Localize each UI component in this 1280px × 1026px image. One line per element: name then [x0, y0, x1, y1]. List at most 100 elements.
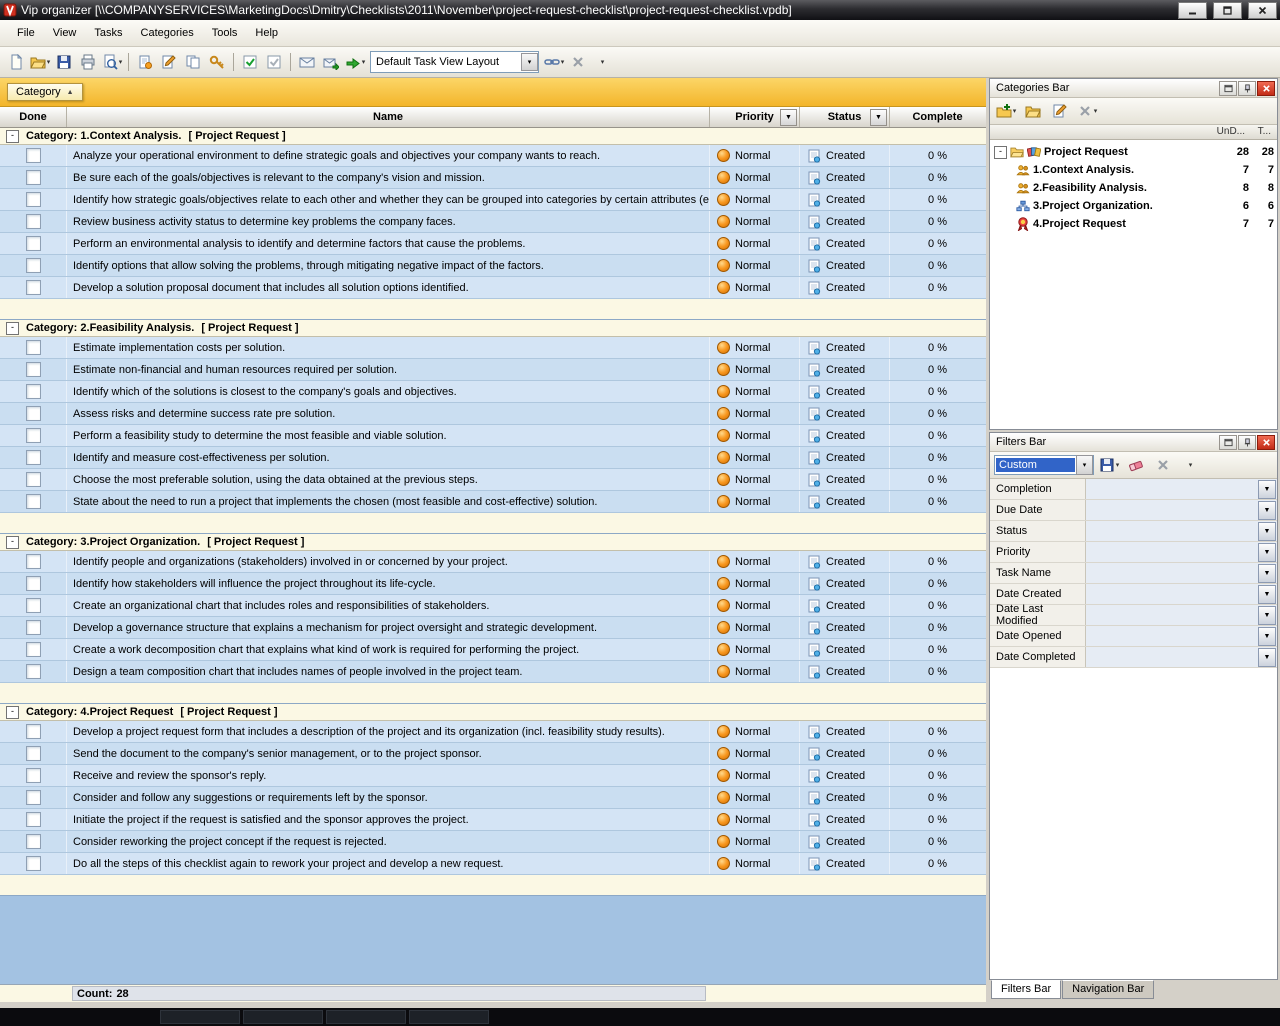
tree-collapse-icon[interactable]: -	[994, 146, 1007, 159]
more-filter-options-button[interactable]: ▾	[1178, 454, 1202, 476]
column-header-name[interactable]: Name	[67, 107, 710, 127]
menu-tools[interactable]: Tools	[203, 23, 247, 43]
new-subcategory-button[interactable]	[1021, 100, 1045, 122]
task-row[interactable]: Identify how stakeholders will influence…	[0, 573, 986, 595]
send-by-email-button[interactable]	[295, 51, 319, 73]
task-row[interactable]: Be sure each of the goals/objectives is …	[0, 167, 986, 189]
task-checkbox[interactable]	[26, 598, 41, 613]
task-row[interactable]: Identify and measure cost-effectiveness …	[0, 447, 986, 469]
panel-maximize-icon[interactable]	[1219, 435, 1237, 450]
task-row[interactable]: Receive and review the sponsor's reply.N…	[0, 765, 986, 787]
dropdown-arrow-icon[interactable]: ▼	[1258, 627, 1276, 646]
column-header-complete[interactable]: Complete	[890, 107, 985, 127]
task-checkbox[interactable]	[26, 856, 41, 871]
combobox-arrow-icon[interactable]: ▾	[1076, 455, 1093, 475]
task-row[interactable]: Identify how strategic goals/objectives …	[0, 189, 986, 211]
close-button[interactable]	[1248, 2, 1277, 19]
task-row[interactable]: State about the need to run a project th…	[0, 491, 986, 513]
task-checkbox[interactable]	[26, 472, 41, 487]
category-tree-item[interactable]: 1.Context Analysis.77	[990, 161, 1277, 179]
new-database-button[interactable]	[4, 51, 28, 73]
menu-tasks[interactable]: Tasks	[85, 23, 131, 43]
task-checkbox[interactable]	[26, 812, 41, 827]
task-checkbox[interactable]	[26, 746, 41, 761]
filter-value-dropdown[interactable]: ▼	[1086, 626, 1277, 646]
task-row[interactable]: Initiate the project if the request is s…	[0, 809, 986, 831]
task-checkbox[interactable]	[26, 214, 41, 229]
open-database-button[interactable]: ▾	[28, 51, 52, 73]
column-header-status[interactable]: Status ▼	[800, 107, 890, 127]
task-row[interactable]: Create an organizational chart that incl…	[0, 595, 986, 617]
attach-layout-button[interactable]: ▾	[542, 51, 566, 73]
duplicate-task-button[interactable]	[181, 51, 205, 73]
task-row[interactable]: Develop a governance structure that expl…	[0, 617, 986, 639]
task-checkbox[interactable]	[26, 340, 41, 355]
task-row[interactable]: Identify people and organizations (stake…	[0, 551, 986, 573]
menu-view[interactable]: View	[44, 23, 86, 43]
filter-value-dropdown[interactable]: ▼	[1086, 479, 1277, 499]
dropdown-arrow-icon[interactable]: ▼	[1258, 585, 1276, 604]
dropdown-arrow-icon[interactable]: ▼	[1258, 564, 1276, 583]
collapse-group-icon[interactable]: -	[6, 322, 19, 335]
task-checkbox[interactable]	[26, 790, 41, 805]
dropdown-arrow-icon[interactable]: ▼	[1258, 522, 1276, 541]
task-checkbox[interactable]	[26, 620, 41, 635]
column-header-done[interactable]: Done	[0, 107, 67, 127]
group-by-category-button[interactable]: Category ▲	[7, 83, 83, 101]
task-checkbox[interactable]	[26, 450, 41, 465]
task-row[interactable]: Review business activity status to deter…	[0, 211, 986, 233]
new-category-button[interactable]: ▾	[994, 100, 1018, 122]
task-checkbox[interactable]	[26, 494, 41, 509]
task-row[interactable]: Perform an environmental analysis to ide…	[0, 233, 986, 255]
task-checkbox[interactable]	[26, 170, 41, 185]
filter-value-dropdown[interactable]: ▼	[1086, 605, 1277, 625]
task-row[interactable]: Consider reworking the project concept i…	[0, 831, 986, 853]
dropdown-arrow-icon[interactable]: ▼	[1258, 543, 1276, 562]
task-row[interactable]: Consider and follow any suggestions or r…	[0, 787, 986, 809]
column-header-priority[interactable]: Priority ▼	[710, 107, 800, 127]
category-tree-item[interactable]: -Project Request2828	[990, 143, 1277, 161]
taskbar-item[interactable]	[409, 1010, 489, 1024]
assign-task-button[interactable]	[205, 51, 229, 73]
task-checkbox[interactable]	[26, 362, 41, 377]
dropdown-arrow-icon[interactable]: ▼	[1258, 648, 1276, 667]
combobox-arrow-icon[interactable]: ▾	[521, 53, 538, 71]
task-checkbox[interactable]	[26, 236, 41, 251]
filter-preset-combobox[interactable]: Custom ▾	[994, 455, 1094, 475]
task-row[interactable]: Identify which of the solutions is close…	[0, 381, 986, 403]
maximize-button[interactable]	[1213, 2, 1242, 19]
undone-column-header[interactable]: UnD...	[1217, 126, 1245, 137]
filter-value-dropdown[interactable]: ▼	[1086, 542, 1277, 562]
delete-filter-button[interactable]	[1151, 454, 1175, 476]
dropdown-arrow-icon[interactable]: ▼	[1258, 501, 1276, 520]
task-row[interactable]: Estimate non-financial and human resourc…	[0, 359, 986, 381]
panel-maximize-icon[interactable]	[1219, 81, 1237, 96]
panel-close-icon[interactable]	[1257, 435, 1275, 450]
panel-pin-icon[interactable]	[1238, 435, 1256, 450]
task-row[interactable]: Assess risks and determine success rate …	[0, 403, 986, 425]
collapse-group-icon[interactable]: -	[6, 706, 19, 719]
menu-categories[interactable]: Categories	[132, 23, 203, 43]
task-row[interactable]: Estimate implementation costs per soluti…	[0, 337, 986, 359]
task-checkbox[interactable]	[26, 258, 41, 273]
receive-by-email-button[interactable]	[319, 51, 343, 73]
task-checkbox[interactable]	[26, 642, 41, 657]
mark-complete-button[interactable]	[238, 51, 262, 73]
task-checkbox[interactable]	[26, 148, 41, 163]
windows-taskbar[interactable]	[0, 1008, 1280, 1026]
task-checkbox[interactable]	[26, 724, 41, 739]
task-row[interactable]: Identify options that allow solving the …	[0, 255, 986, 277]
delete-category-button[interactable]: ▾	[1075, 100, 1099, 122]
task-row[interactable]: Develop a project request form that incl…	[0, 721, 986, 743]
task-row[interactable]: Analyze your operational environment to …	[0, 145, 986, 167]
filter-value-dropdown[interactable]: ▼	[1086, 563, 1277, 583]
tab-navigation-bar[interactable]: Navigation Bar	[1062, 980, 1154, 999]
category-tree-item[interactable]: 4.Project Request77	[990, 215, 1277, 233]
category-tree-item[interactable]: 3.Project Organization.66	[990, 197, 1277, 215]
filter-value-dropdown[interactable]: ▼	[1086, 647, 1277, 667]
total-column-header[interactable]: T...	[1258, 126, 1271, 137]
category-tree-item[interactable]: 2.Feasibility Analysis.88	[990, 179, 1277, 197]
print-preview-button[interactable]: ▾	[100, 51, 124, 73]
minimize-button[interactable]	[1178, 2, 1207, 19]
task-row[interactable]: Create a work decomposition chart that e…	[0, 639, 986, 661]
